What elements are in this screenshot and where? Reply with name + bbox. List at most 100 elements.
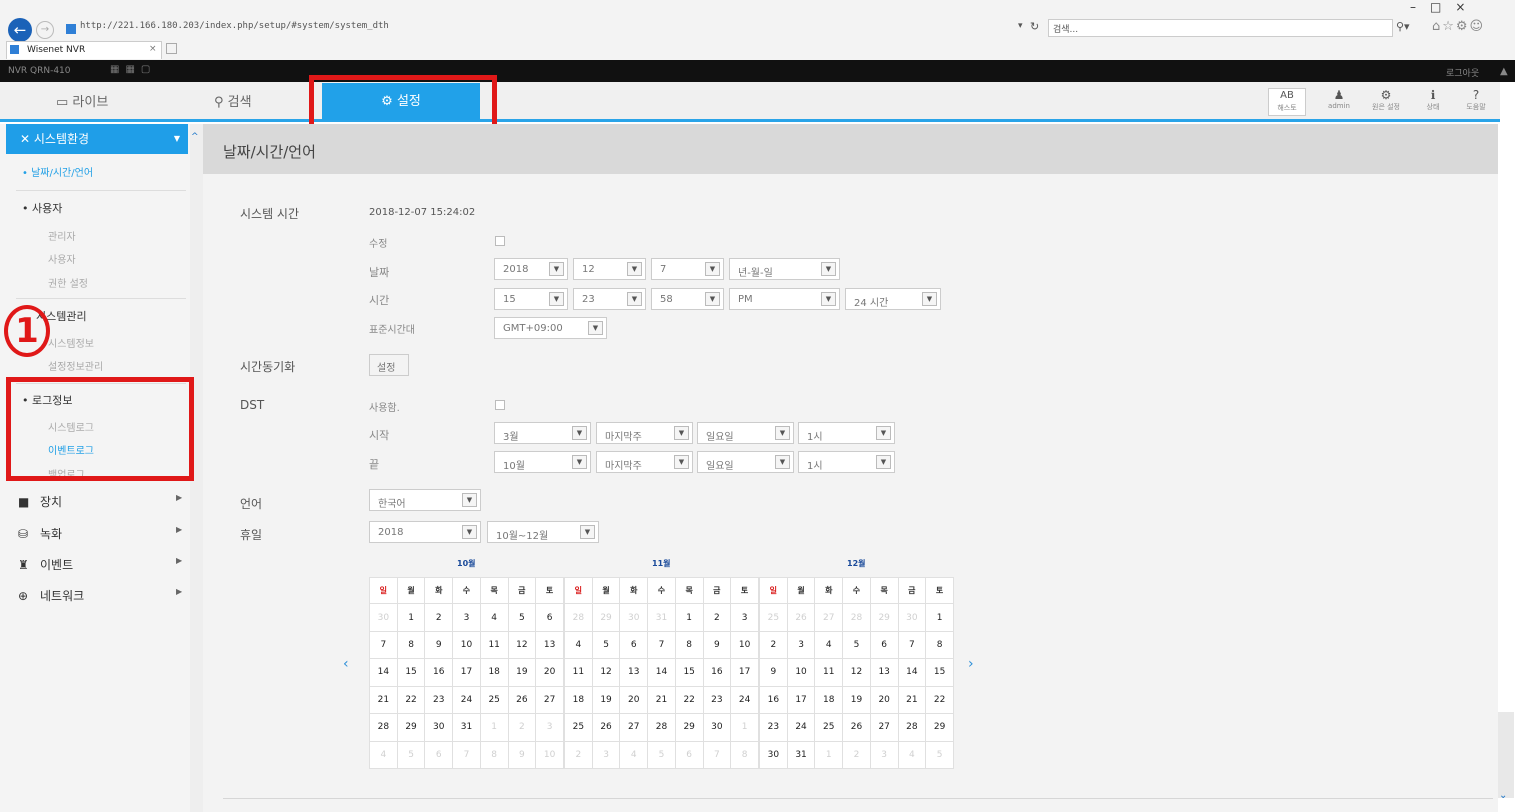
calendar-day[interactable]: 6 (674, 740, 704, 770)
calendar-day[interactable]: 4 (619, 740, 649, 770)
calendar-day[interactable]: 10 (786, 658, 816, 687)
sidebar-item-user[interactable]: • 사용자 (22, 200, 62, 216)
calendar-day[interactable]: 28 (369, 713, 398, 742)
calendar-day[interactable]: 31 (452, 713, 481, 742)
holiday-year-select[interactable]: 2018 ▼ (369, 521, 481, 543)
ab-button[interactable]: AB 해스토 (1268, 88, 1306, 116)
calendar-day[interactable]: 26 (507, 685, 537, 715)
calendar-day[interactable]: 29 (674, 713, 704, 742)
calendar-day[interactable]: 21 (647, 685, 676, 715)
calendar-day[interactable]: 29 (396, 713, 426, 742)
sidebar-group-network[interactable]: ⊕ 네트워크 ▶ (18, 587, 182, 604)
calendar-day[interactable]: 30 (619, 603, 649, 632)
calendar-day[interactable]: 6 (424, 740, 454, 770)
dst-use-checkbox[interactable] (495, 400, 505, 410)
calendar-day[interactable]: 2 (507, 713, 537, 742)
page-scrollbar[interactable] (1498, 124, 1515, 812)
calendar-day[interactable]: 24 (786, 713, 816, 742)
time-format-select[interactable]: 24 시간 ▼ (845, 288, 941, 310)
sidebar-item-sysinfo[interactable]: 시스템정보 (48, 335, 94, 350)
calendar-day[interactable]: 11 (479, 630, 509, 660)
calendar-day[interactable]: 16 (759, 685, 788, 715)
calendar-day[interactable]: 20 (535, 658, 564, 687)
time-second-select[interactable]: 58 ▼ (651, 288, 724, 310)
date-format-select[interactable]: 년-월-일 ▼ (729, 258, 840, 280)
calendar-day[interactable]: 5 (925, 740, 954, 770)
calendar-day[interactable]: 11 (814, 658, 844, 687)
calendar-day[interactable]: 22 (396, 685, 426, 715)
date-day-select[interactable]: 7 ▼ (651, 258, 724, 280)
calendar-day[interactable]: 3 (786, 630, 816, 660)
calendar-day[interactable]: 27 (869, 713, 899, 742)
dst-start-week-select[interactable]: 마지막주 ▼ (596, 422, 693, 444)
calendar-day[interactable]: 13 (869, 658, 899, 687)
calendar-day[interactable]: 3 (730, 603, 759, 632)
calendar-day[interactable]: 27 (814, 603, 844, 632)
calendar-day[interactable]: 1 (925, 603, 954, 632)
calendar-day[interactable]: 8 (925, 630, 954, 660)
holiday-range-select[interactable]: 10월~12월 ▼ (487, 521, 599, 543)
calendar-day[interactable]: 7 (702, 740, 732, 770)
calendar-day[interactable]: 29 (869, 603, 899, 632)
calendar-day[interactable]: 3 (591, 740, 621, 770)
calendar-day[interactable]: 4 (814, 630, 844, 660)
sidebar-item-config[interactable]: 설정정보관리 (48, 358, 103, 373)
calendar-day[interactable]: 5 (507, 603, 537, 632)
calendar-day[interactable]: 16 (702, 658, 732, 687)
sidebar-system-header[interactable]: ✕ 시스템환경 ▼ (6, 124, 188, 154)
calendar-day[interactable]: 8 (730, 740, 759, 770)
calendar-day[interactable]: 26 (591, 713, 621, 742)
browser-search-input[interactable]: 검색... (1048, 19, 1393, 37)
dst-start-month-select[interactable]: 3월 ▼ (494, 422, 591, 444)
search-icon[interactable]: ⚲▾ (1396, 20, 1410, 33)
calendar-day[interactable]: 19 (507, 658, 537, 687)
favorites-icons[interactable]: ⌂☆⚙☺ (1432, 19, 1485, 34)
calendar-day[interactable]: 28 (842, 603, 871, 632)
forward-button[interactable]: → (36, 21, 54, 39)
calendar-day[interactable]: 30 (759, 740, 788, 770)
calendar-day[interactable]: 10 (535, 740, 564, 770)
back-button[interactable]: ← (8, 18, 32, 42)
calendar-day[interactable]: 28 (897, 713, 927, 742)
calendar-day[interactable]: 1 (396, 603, 426, 632)
scroll-up-icon[interactable]: ^ (191, 132, 199, 142)
calendar-day[interactable]: 17 (730, 658, 759, 687)
calendar-day[interactable]: 26 (786, 603, 816, 632)
calendar-day[interactable]: 2 (842, 740, 871, 770)
calendar-day[interactable]: 4 (897, 740, 927, 770)
calendar-day[interactable]: 29 (925, 713, 954, 742)
calendar-day[interactable]: 15 (925, 658, 954, 687)
dst-end-day-select[interactable]: 일요일 ▼ (697, 451, 794, 473)
calendar-day[interactable]: 20 (619, 685, 649, 715)
calendar-day[interactable]: 6 (619, 630, 649, 660)
tab-search[interactable]: ⚲ 검색 (214, 86, 252, 119)
dst-end-week-select[interactable]: 마지막주 ▼ (596, 451, 693, 473)
dst-start-day-select[interactable]: 일요일 ▼ (697, 422, 794, 444)
calendar-day[interactable]: 8 (479, 740, 509, 770)
shutdown-button[interactable]: ⚙ 원은 설정 (1366, 88, 1406, 112)
sidebar-item-permissions[interactable]: 권한 설정 (48, 275, 88, 290)
calendar-day[interactable]: 27 (619, 713, 649, 742)
scrollbar-thumb[interactable] (1498, 712, 1514, 798)
calendar-day[interactable]: 31 (647, 603, 676, 632)
calendar-day[interactable]: 2 (424, 603, 454, 632)
calendar-day[interactable]: 9 (507, 740, 537, 770)
refresh-icon[interactable]: ↻ (1030, 20, 1039, 33)
calendar-day[interactable]: 25 (479, 685, 509, 715)
calendar-day[interactable]: 12 (842, 658, 871, 687)
calendar-day[interactable]: 25 (814, 713, 844, 742)
admin-button[interactable]: ♟ admin (1322, 88, 1356, 110)
browser-tab[interactable]: Wisenet NVR (6, 41, 162, 59)
calendar-day[interactable]: 3 (869, 740, 899, 770)
calendar-day[interactable]: 3 (535, 713, 564, 742)
calendar-day[interactable]: 23 (424, 685, 454, 715)
calendar-day[interactable]: 18 (814, 685, 844, 715)
sidebar-group-record[interactable]: ⛁ 녹화 ▶ (18, 525, 182, 542)
calendar-day[interactable]: 5 (647, 740, 676, 770)
calendar-day[interactable]: 19 (842, 685, 871, 715)
calendar-day[interactable]: 4 (479, 603, 509, 632)
calendar-day[interactable]: 1 (730, 713, 759, 742)
calendar-day[interactable]: 21 (897, 685, 927, 715)
date-month-select[interactable]: 12 ▼ (573, 258, 646, 280)
calendar-day[interactable]: 7 (647, 630, 676, 660)
